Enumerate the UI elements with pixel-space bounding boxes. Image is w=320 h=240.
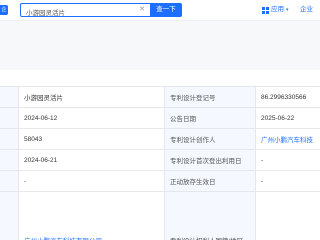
enterprise-link[interactable]: 企业 bbox=[300, 5, 313, 15]
clear-icon[interactable]: ✕ bbox=[138, 6, 146, 14]
value-cell: - bbox=[19, 171, 165, 191]
value-cell: 86.2996330566 bbox=[261, 93, 307, 101]
label-cell bbox=[0, 150, 19, 170]
label-cell bbox=[0, 108, 19, 128]
value-cell: - bbox=[261, 156, 264, 164]
value-cell: - bbox=[256, 192, 320, 240]
grid-icon bbox=[262, 6, 269, 14]
creator-link[interactable]: 广州小鹏汽车科技 bbox=[256, 129, 320, 149]
value-cell: 58043 bbox=[19, 129, 165, 149]
table-row: 58043 专利设计创作人 广州小鹏汽车科技 bbox=[0, 129, 320, 150]
site-logo[interactable]: 企业 bbox=[0, 5, 8, 23]
top-bar: 企业 小游园灵活片 ✕ 查一下 应用 ▾ 企业 bbox=[0, 0, 320, 23]
chevron-down-icon: ▾ bbox=[286, 7, 289, 13]
label-cell bbox=[0, 192, 19, 240]
table-row: 广州小鹏汽车科技有限公司 专利设计权利人国籍/地区 - bbox=[0, 192, 320, 240]
owner-link[interactable]: 广州小鹏汽车科技有限公司 bbox=[19, 192, 165, 240]
table-row: 2024-06-21 专利设计首次登出利用日 - bbox=[0, 150, 320, 171]
app-menu-button[interactable]: 应用 ▾ bbox=[262, 5, 289, 15]
label-cell: 专利设计权利人国籍/地区 bbox=[165, 192, 256, 240]
detail-table: 小游园灵活片 专利设计登记号 86.2996330566 2024-06-12 … bbox=[0, 86, 320, 240]
value-cell: - bbox=[261, 177, 264, 185]
label-cell: 正动放存生效日 bbox=[165, 171, 256, 191]
table-row: 2024-06-12 公告日期 2025-06-22 bbox=[0, 108, 320, 129]
value-cell: 小游园灵活片 bbox=[19, 87, 165, 107]
app-menu-label: 应用 bbox=[271, 6, 284, 13]
search-button[interactable]: 查一下 bbox=[150, 3, 182, 17]
value-cell: 2024-06-12 bbox=[19, 108, 165, 128]
value-cell: 2025-06-22 bbox=[261, 114, 295, 122]
label-cell: 专利设计创作人 bbox=[165, 129, 256, 149]
label-cell bbox=[0, 87, 19, 107]
label-cell bbox=[0, 171, 19, 191]
value-cell: 2024-06-21 bbox=[19, 150, 165, 170]
label-cell: 专利设计首次登出利用日 bbox=[165, 150, 256, 170]
label-cell: 公告日期 bbox=[165, 108, 256, 128]
label-cell bbox=[0, 129, 19, 149]
search-input-value: 小游园灵活片 bbox=[26, 10, 65, 17]
banner-area bbox=[0, 21, 320, 70]
table-row: - 正动放存生效日 - bbox=[0, 171, 320, 192]
label-cell: 专利设计登记号 bbox=[165, 87, 256, 107]
search-input[interactable]: 小游园灵活片 ✕ bbox=[20, 3, 150, 17]
table-row: 小游园灵活片 专利设计登记号 86.2996330566 bbox=[0, 87, 320, 108]
